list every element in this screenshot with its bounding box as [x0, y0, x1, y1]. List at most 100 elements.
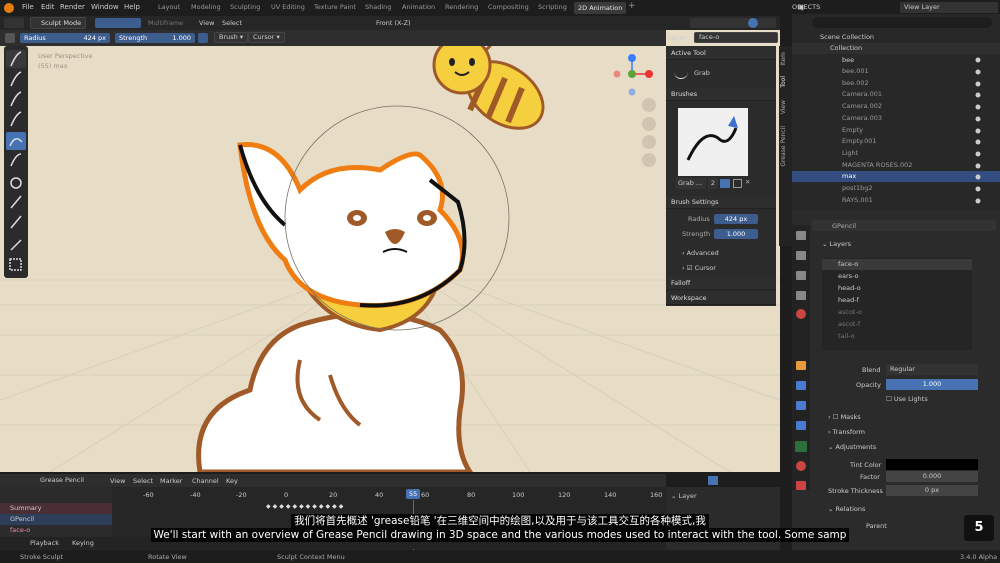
- blender-logo-icon[interactable]: [4, 3, 14, 13]
- np-strength-field[interactable]: 1.000: [714, 229, 758, 239]
- tab-grease-pencil[interactable]: Grease Pencil: [780, 126, 791, 167]
- tab-tool[interactable]: Tool: [780, 76, 791, 88]
- brushes-header[interactable]: Brushes: [666, 88, 776, 101]
- outliner-scene-collection[interactable]: Scene Collection: [792, 32, 1000, 43]
- tab-texture-paint[interactable]: Texture Paint: [314, 3, 356, 11]
- tl-menu-select[interactable]: Select: [133, 477, 153, 485]
- select-mode-icons[interactable]: [95, 18, 141, 28]
- frame-ruler[interactable]: -60 -40 -20 0 20 40 60 80 100 120 140 16…: [112, 489, 666, 500]
- layers-list[interactable]: face-o ears-o head-o head-f ascot-o asco…: [822, 258, 972, 350]
- layer-row[interactable]: head-o: [822, 283, 972, 294]
- filter-icon[interactable]: [708, 476, 718, 485]
- tab-view[interactable]: View: [780, 100, 791, 114]
- use-lights-checkbox[interactable]: ☐ Use Lights: [886, 395, 928, 403]
- np-radius-field[interactable]: 424 px: [714, 214, 758, 224]
- layers-panel-header[interactable]: ⌄ Layers: [822, 240, 851, 248]
- tab-uv-editing[interactable]: UV Editing: [271, 3, 305, 11]
- advanced-subpanel[interactable]: › Advanced: [682, 249, 719, 257]
- outliner-row[interactable]: post1bg2: [792, 183, 1000, 194]
- pressure-icon[interactable]: [198, 33, 208, 43]
- multiframe-toggle[interactable]: Multiframe: [148, 19, 183, 27]
- stroke-thickness-field[interactable]: 0 px: [886, 485, 978, 496]
- tab-compositing[interactable]: Compositing: [488, 3, 529, 11]
- tab-shading[interactable]: Shading: [365, 3, 391, 11]
- outliner-row[interactable]: Light: [792, 148, 1000, 159]
- layer-dropdown[interactable]: face-o: [694, 32, 778, 43]
- tab-layout[interactable]: Layout: [158, 3, 180, 11]
- factor-field[interactable]: 0.000: [886, 471, 978, 482]
- tab-2d-animation[interactable]: 2D Animation: [574, 2, 627, 14]
- view-layer-selector[interactable]: View Layer: [900, 2, 998, 13]
- viewport-nav-buttons[interactable]: [642, 98, 656, 167]
- workspace-header[interactable]: Workspace: [666, 292, 776, 305]
- layer-row[interactable]: ascot-o: [822, 307, 972, 318]
- brush-settings-header[interactable]: Brush Settings: [666, 196, 776, 209]
- mode-dropdown[interactable]: Sculpt Mode: [30, 17, 86, 29]
- scene-selector[interactable]: OBJECTS: [792, 2, 892, 13]
- menu-help[interactable]: Help: [124, 3, 140, 11]
- brush-icon[interactable]: [5, 33, 15, 43]
- blend-dropdown[interactable]: Regular: [886, 364, 978, 375]
- dope-sheet-mode-dropdown[interactable]: Grease Pencil: [4, 475, 104, 486]
- tab-item[interactable]: Item: [780, 52, 791, 66]
- tl-menu-channel[interactable]: Channel: [192, 477, 219, 485]
- tl-menu-key[interactable]: Key: [226, 477, 238, 485]
- outliner-row[interactable]: Empty: [792, 125, 1000, 136]
- outliner-collection[interactable]: Collection: [792, 43, 1000, 54]
- fake-user-icon[interactable]: [720, 179, 730, 188]
- falloff-header[interactable]: Falloff: [666, 277, 776, 290]
- tint-color-swatch[interactable]: [886, 459, 978, 470]
- 3d-viewport[interactable]: User Perspective (55) max: [0, 30, 780, 472]
- layer-row[interactable]: tail-o: [822, 331, 972, 342]
- outliner-row[interactable]: bee.002: [792, 78, 1000, 89]
- orientation-dropdown[interactable]: Front (X-Z): [366, 17, 426, 29]
- layer-panel-title[interactable]: ⌄ Layer: [671, 492, 697, 500]
- navigation-gizmo[interactable]: [613, 54, 654, 96]
- relations-subpanel[interactable]: ⌄ Relations: [828, 505, 865, 513]
- cursor-subpanel[interactable]: › ☑ Cursor: [682, 264, 716, 272]
- cursor-dropdown[interactable]: Cursor ▾: [248, 32, 285, 43]
- viewport-canvas[interactable]: [0, 30, 780, 472]
- tab-rendering[interactable]: Rendering: [445, 3, 478, 11]
- properties-tab-icons[interactable]: [792, 225, 810, 490]
- viewport-shading-icons[interactable]: [690, 18, 776, 28]
- strength-field[interactable]: Strength 1.000: [115, 33, 195, 43]
- viewport-shading-active-icon[interactable]: [748, 18, 758, 28]
- menu-edit[interactable]: Edit: [41, 3, 55, 11]
- radius-field[interactable]: Radius 424 px: [20, 33, 110, 43]
- tab-modeling[interactable]: Modeling: [191, 3, 221, 11]
- duplicate-icon[interactable]: [733, 179, 742, 188]
- menu-window[interactable]: Window: [91, 3, 119, 11]
- current-frame-indicator[interactable]: 55: [406, 489, 421, 499]
- tl-menu-view[interactable]: View: [110, 477, 125, 485]
- tab-animation[interactable]: Animation: [402, 3, 435, 11]
- keyframes-row[interactable]: ◆◆◆◆◆◆◆◆◆◆◆◆: [266, 503, 396, 511]
- outliner-row[interactable]: MAGENTA ROSES.002: [792, 160, 1000, 171]
- add-workspace-button[interactable]: +: [628, 1, 636, 11]
- opacity-field[interactable]: 1.000: [886, 379, 978, 390]
- outliner-row[interactable]: bee: [792, 55, 1000, 66]
- menu-file[interactable]: File: [22, 3, 34, 11]
- adjustments-subpanel[interactable]: ⌄ Adjustments: [828, 443, 876, 451]
- outliner-row-active[interactable]: max: [792, 171, 1000, 182]
- tab-scripting[interactable]: Scripting: [538, 3, 567, 11]
- menu-render[interactable]: Render: [60, 3, 85, 11]
- outliner-row[interactable]: Camera.003: [792, 113, 1000, 124]
- outliner-row[interactable]: Camera.002: [792, 101, 1000, 112]
- outliner-search-input[interactable]: [812, 17, 992, 28]
- transform-subpanel[interactable]: › Transform: [828, 428, 865, 436]
- brush-users[interactable]: 2: [708, 178, 718, 189]
- layer-row-active[interactable]: face-o: [822, 259, 972, 270]
- brush-name-field[interactable]: Grab ...: [676, 178, 706, 189]
- outliner-row[interactable]: Empty.001: [792, 136, 1000, 147]
- active-tool-header[interactable]: Active Tool: [666, 47, 776, 60]
- editor-type-icon[interactable]: [4, 18, 24, 28]
- layer-row[interactable]: ears-o: [822, 271, 972, 282]
- menu-select[interactable]: Select: [222, 19, 242, 27]
- layer-row[interactable]: head-f: [822, 295, 972, 306]
- layer-row[interactable]: ascot-f: [822, 319, 972, 330]
- masks-subpanel[interactable]: › ☐ Masks: [828, 413, 861, 421]
- brush-preview[interactable]: [678, 108, 748, 176]
- tab-sculpting[interactable]: Sculpting: [230, 3, 260, 11]
- outliner-row[interactable]: bee.001: [792, 66, 1000, 77]
